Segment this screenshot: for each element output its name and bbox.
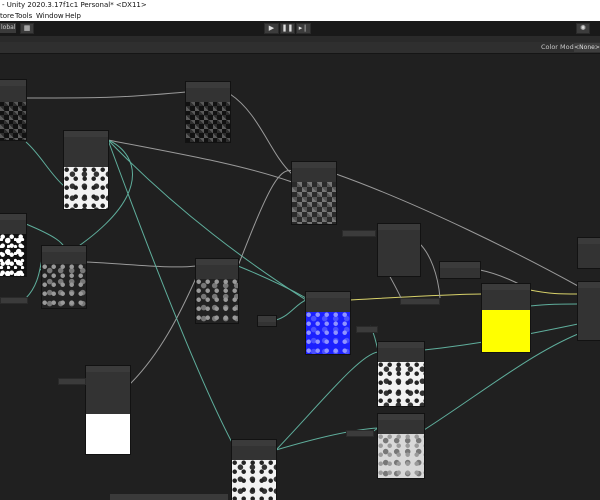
white-preview (86, 414, 130, 454)
services-button[interactable]: ✺ (576, 23, 590, 34)
wire[interactable] (237, 169, 297, 267)
play-button[interactable]: ▶ (264, 23, 279, 34)
snap-button[interactable]: ▦ (20, 23, 34, 34)
texture-preview (0, 102, 26, 140)
property-node[interactable] (356, 326, 378, 333)
color-preview (482, 310, 530, 352)
noise-node[interactable] (378, 414, 424, 478)
sample-texture-node[interactable] (186, 82, 230, 142)
blend-preview (292, 182, 336, 224)
noise-preview (0, 234, 26, 276)
multiply-node[interactable] (258, 316, 276, 326)
pause-icon: ❚❚ (281, 24, 294, 32)
shader-graph-canvas[interactable] (0, 54, 600, 500)
wire[interactable] (25, 259, 43, 299)
noise-node[interactable] (232, 440, 276, 500)
split-node[interactable] (440, 262, 480, 278)
pause-button[interactable]: ❚❚ (280, 23, 295, 34)
menu-item-window[interactable]: Window (36, 11, 64, 21)
menu-item-tools[interactable]: Tools (15, 11, 32, 21)
noise-preview (378, 434, 424, 478)
noise-preview (196, 279, 238, 323)
main-toolbar: lobal ▦ ▶ ❚❚ ▸❘ ✺ (0, 21, 600, 36)
color-node[interactable] (306, 292, 350, 354)
menu-item-store[interactable]: tore (0, 11, 14, 21)
wire[interactable] (85, 261, 197, 268)
sample-texture-node[interactable] (378, 224, 420, 276)
play-icon: ▶ (268, 24, 275, 32)
noise-node[interactable] (378, 342, 424, 406)
cloud-icon: ✺ (580, 24, 586, 32)
color-mode-dropdown[interactable]: <None> (574, 43, 600, 52)
wire[interactable] (107, 139, 293, 183)
wire[interactable] (25, 141, 65, 187)
menu-item-help[interactable]: Help (65, 11, 81, 21)
noise-preview (64, 167, 108, 209)
wire[interactable] (419, 243, 441, 299)
menu-bar: tore Tools Window Help (0, 11, 600, 21)
property-node[interactable] (0, 297, 28, 304)
wire[interactable] (529, 303, 579, 307)
noise-preview (378, 362, 424, 406)
step-button[interactable]: ▸❘ (296, 23, 311, 34)
color-mode-label: Color Mode (541, 43, 578, 51)
color-node[interactable] (482, 284, 530, 352)
texture-node[interactable] (0, 80, 26, 140)
wire[interactable] (529, 289, 579, 295)
color-preview (306, 312, 350, 354)
wire[interactable] (25, 91, 187, 99)
graph-toolbar: Color Mode <None> (0, 42, 600, 54)
grid-icon: ▦ (23, 24, 31, 32)
fragment-master-node[interactable] (578, 282, 600, 340)
vertex-master-node[interactable] (578, 238, 600, 268)
horizontal-scrollbar[interactable] (110, 494, 228, 500)
wire[interactable] (275, 299, 307, 321)
noise-node[interactable] (196, 259, 238, 323)
noise-preview (42, 264, 86, 308)
global-toggle-button[interactable]: lobal (0, 23, 16, 33)
property-node[interactable] (400, 298, 440, 305)
property-node[interactable] (58, 378, 86, 385)
noise-node[interactable] (64, 131, 108, 209)
wire[interactable] (229, 93, 293, 175)
wire[interactable] (129, 277, 197, 385)
noise-node[interactable] (42, 246, 86, 308)
noise-preview (232, 460, 276, 500)
sample-texture-node[interactable] (86, 366, 130, 454)
property-node[interactable] (342, 230, 376, 237)
property-node[interactable] (346, 430, 374, 437)
texture-preview (186, 102, 230, 142)
noise-node[interactable] (0, 214, 26, 276)
blend-node[interactable] (292, 162, 336, 224)
window-title: - Unity 2020.3.17f1c1 Personal* <DX11> (0, 0, 600, 11)
step-icon: ▸❘ (298, 24, 309, 32)
